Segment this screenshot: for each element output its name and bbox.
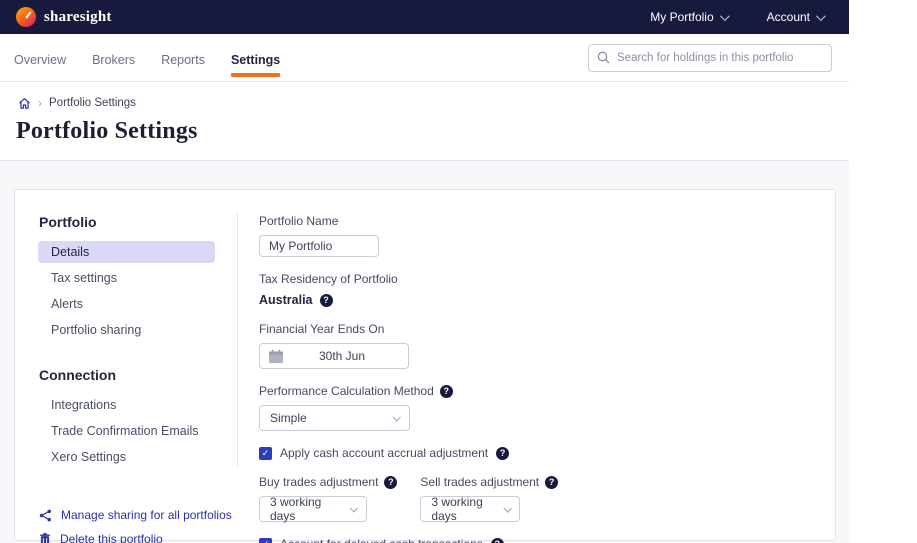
- manage-sharing-label: Manage sharing for all portfolios: [61, 508, 232, 522]
- help-icon[interactable]: ?: [319, 293, 333, 307]
- settings-sidebar: Portfolio Details Tax settings Alerts Po…: [15, 190, 237, 543]
- sidebar-item-trade-confirmation-emails[interactable]: Trade Confirmation Emails: [38, 420, 215, 442]
- sidebar-item-integrations[interactable]: Integrations: [38, 394, 215, 416]
- breadcrumb-current: Portfolio Settings: [49, 97, 136, 109]
- help-icon[interactable]: ?: [545, 475, 559, 489]
- search-icon: [597, 51, 610, 64]
- chevron-down-icon: [719, 10, 730, 21]
- breadcrumb: › Portfolio Settings: [0, 82, 849, 110]
- page: sharesight My Portfolio Account Overview…: [0, 0, 849, 543]
- delayed-cash-checkbox-label: Account for delayed cash transactions: [280, 537, 483, 543]
- secondary-nav: Overview Brokers Reports Settings: [0, 34, 849, 82]
- tax-residency-value: Australia: [259, 293, 313, 307]
- sidebar-item-tax-settings[interactable]: Tax settings: [38, 267, 215, 289]
- portfolio-name-label: Portfolio Name: [259, 214, 339, 228]
- accrual-checkbox[interactable]: ✓: [259, 446, 272, 460]
- help-icon[interactable]: ?: [490, 537, 504, 543]
- breadcrumb-separator: ›: [38, 96, 42, 110]
- sidebar-heading-portfolio: Portfolio: [39, 214, 97, 230]
- chevron-down-icon: [349, 504, 358, 513]
- sidebar-item-portfolio-sharing[interactable]: Portfolio sharing: [38, 319, 215, 341]
- settings-card: Portfolio Details Tax settings Alerts Po…: [14, 189, 836, 543]
- top-navbar: sharesight My Portfolio Account: [0, 0, 849, 34]
- delete-portfolio-link[interactable]: Delete this portfolio: [39, 532, 237, 543]
- search-input[interactable]: [617, 51, 823, 64]
- tab-brokers[interactable]: Brokers: [92, 34, 135, 81]
- card-divider: [237, 212, 238, 466]
- accrual-checkbox-label: Apply cash account accrual adjustment: [280, 446, 489, 460]
- manage-sharing-link[interactable]: Manage sharing for all portfolios: [39, 508, 237, 522]
- portfolio-menu-label: My Portfolio: [650, 10, 714, 24]
- sharesight-logo-icon: [16, 7, 36, 27]
- details-form: Portfolio Name Tax Residency of Portfoli…: [237, 190, 559, 543]
- delayed-cash-checkbox[interactable]: ✓: [259, 537, 272, 543]
- financial-year-label: Financial Year Ends On: [259, 322, 385, 336]
- calc-method-value: Simple: [270, 411, 307, 425]
- home-icon[interactable]: [18, 97, 31, 110]
- chevron-down-icon: [392, 413, 401, 422]
- sidebar-heading-connection: Connection: [39, 367, 116, 383]
- holdings-search[interactable]: [588, 43, 832, 72]
- financial-year-input[interactable]: 30th Jun: [259, 343, 409, 369]
- help-icon[interactable]: ?: [496, 446, 510, 460]
- tab-overview[interactable]: Overview: [14, 34, 66, 81]
- portfolio-name-input[interactable]: [259, 235, 379, 257]
- help-icon[interactable]: ?: [384, 475, 398, 489]
- tab-reports[interactable]: Reports: [161, 34, 205, 81]
- chevron-down-icon: [503, 504, 512, 513]
- brand-name: sharesight: [44, 8, 112, 25]
- page-title: Portfolio Settings: [16, 118, 198, 144]
- sidebar-item-details[interactable]: Details: [38, 241, 215, 263]
- buy-adjustment-select[interactable]: 3 working days: [259, 495, 367, 523]
- portfolio-menu[interactable]: My Portfolio: [650, 10, 730, 24]
- brand-logo[interactable]: sharesight: [16, 7, 112, 27]
- help-icon[interactable]: ?: [439, 384, 453, 398]
- tab-settings[interactable]: Settings: [230, 34, 281, 81]
- chevron-down-icon: [815, 10, 826, 21]
- sell-adjustment-value: 3 working days: [431, 495, 483, 523]
- sidebar-item-alerts[interactable]: Alerts: [38, 293, 215, 315]
- calendar-icon: [269, 349, 283, 363]
- account-menu-label: Account: [766, 10, 810, 24]
- delete-portfolio-label: Delete this portfolio: [60, 532, 163, 543]
- sidebar-item-xero-settings[interactable]: Xero Settings: [38, 446, 215, 468]
- trash-icon: [39, 532, 51, 543]
- financial-year-value: 30th Jun: [318, 349, 366, 363]
- share-icon: [39, 509, 51, 521]
- account-menu[interactable]: Account: [766, 10, 826, 24]
- settings-section: Portfolio Details Tax settings Alerts Po…: [0, 161, 849, 543]
- tax-residency-label: Tax Residency of Portfolio: [259, 272, 398, 286]
- calc-method-label: Performance Calculation Method: [259, 384, 434, 398]
- sell-adjustment-label: Sell trades adjustment: [420, 475, 540, 489]
- buy-adjustment-label: Buy trades adjustment: [259, 475, 379, 489]
- buy-adjustment-value: 3 working days: [270, 495, 322, 523]
- sell-adjustment-select[interactable]: 3 working days: [420, 495, 521, 523]
- calc-method-select[interactable]: Simple: [259, 405, 410, 431]
